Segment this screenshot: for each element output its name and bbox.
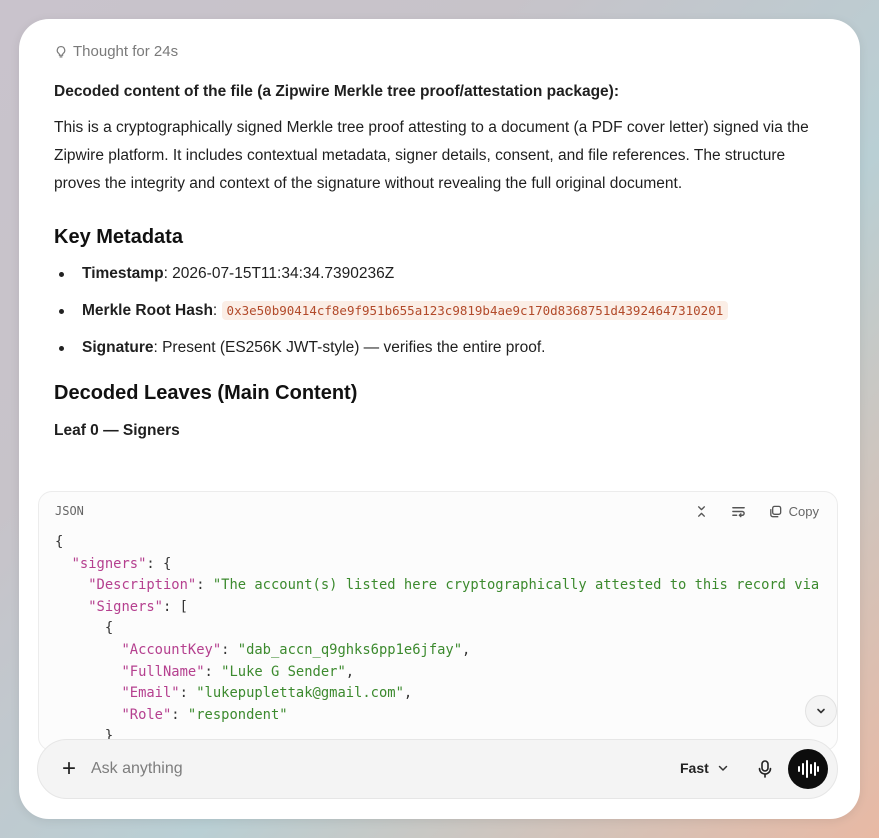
json-punctuation: , [462, 641, 471, 658]
waveform-icon [798, 760, 819, 778]
code-line: "signers": { [55, 554, 837, 576]
json-key: "Signers" [88, 598, 163, 615]
copy-icon [769, 505, 781, 517]
chat-window: Thought for 24s Decoded content of the f… [19, 19, 860, 819]
voice-mode-button[interactable] [788, 749, 828, 789]
json-key: "AccountKey" [121, 641, 222, 658]
metadata-value: : Present (ES256K JWT-style) — verifies … [153, 339, 546, 356]
metadata-label: Merkle Root Hash [82, 302, 213, 319]
metadata-value: : 2026-07-15T11:34:34.7390236Z [163, 265, 395, 282]
code-line: "Role": "respondent" [55, 705, 837, 727]
code-language: JSON [55, 504, 84, 518]
metadata-label: Timestamp [82, 265, 164, 282]
wrap-text-icon [731, 506, 745, 517]
json-punctuation: , [345, 663, 355, 680]
code-block: JSON Copy {"signers": {"Description": … [38, 491, 838, 751]
json-punctuation: { [55, 534, 64, 550]
json-punctuation: : [196, 577, 213, 594]
composer: + Ask anything Fast [37, 739, 838, 799]
json-key: "FullName" [121, 663, 205, 680]
json-punctuation: : [204, 663, 222, 680]
code-line: "FullName": "Luke G Sender", [55, 662, 837, 684]
code-line: "Description": "The account(s) listed he… [55, 575, 837, 597]
plus-icon[interactable]: + [58, 757, 80, 781]
code-line: "AccountKey": "dab_accn_q9ghks6pp1e6jfay… [55, 640, 837, 662]
code-content: { "signers": { "Description": "The accou… [39, 530, 837, 748]
code-line: "Email": "lukepuplettak@gmail.com", [55, 683, 837, 705]
assistant-message: Decoded content of the file (a Zipwire M… [54, 81, 824, 442]
mode-label: Fast [680, 760, 709, 776]
collapse-button[interactable] [694, 504, 709, 519]
intro-heading: Decoded content of the file (a Zipwire M… [54, 83, 619, 100]
json-punctuation: : { [146, 555, 172, 572]
metadata-list: Timestamp: 2026-07-15T11:34:34.7390236Z … [54, 262, 824, 360]
json-key: "Role" [121, 706, 172, 723]
json-punctuation [55, 707, 121, 723]
json-punctuation [55, 642, 121, 658]
json-punctuation [55, 556, 72, 572]
code-line: "Signers": [ [55, 597, 837, 619]
microphone-icon[interactable] [754, 758, 776, 780]
leaves-heading: Decoded Leaves (Main Content) [54, 382, 358, 404]
leaf0-heading: Leaf 0 — Signers [54, 422, 180, 439]
json-punctuation: : [ [163, 598, 188, 615]
chevron-down-icon [817, 708, 825, 714]
model-mode-selector[interactable]: Fast [680, 760, 729, 776]
json-key: "signers" [71, 555, 147, 572]
json-punctuation: : [179, 685, 197, 702]
json-string: "dab_accn_q9ghks6pp1e6jfay" [237, 641, 463, 658]
json-string: "Luke G Sender" [221, 663, 346, 680]
json-punctuation: , [403, 685, 413, 702]
json-string: "lukepuplettak@gmail.com" [196, 685, 404, 702]
thought-toggle[interactable]: Thought for 24s [54, 43, 178, 60]
json-string: "The account(s) listed here cryptographi… [212, 577, 820, 594]
message-input[interactable]: Ask anything [91, 760, 183, 778]
collapse-icon [697, 505, 705, 517]
json-punctuation [55, 664, 121, 680]
code-line: { [55, 532, 837, 554]
json-key: "Email" [121, 685, 180, 702]
list-item: Timestamp: 2026-07-15T11:34:34.7390236Z [54, 262, 824, 286]
copy-button[interactable]: Copy [768, 504, 819, 519]
json-punctuation: { [55, 620, 114, 637]
thought-label: Thought for 24s [73, 43, 179, 60]
merkle-root-hash: 0x3e50b90414cf8e9f951b655a123c9819b4ae9c… [221, 301, 729, 320]
code-header: JSON Copy [39, 492, 837, 530]
list-item: Merkle Root Hash: 0x3e50b90414cf8e9f951b… [54, 299, 824, 323]
scroll-down-button[interactable] [805, 695, 837, 727]
json-punctuation: : [221, 641, 238, 658]
metadata-label: Signature [82, 339, 154, 356]
copy-label: Copy [788, 503, 819, 519]
lightbulb-icon [56, 45, 66, 58]
code-line: { [55, 618, 837, 640]
json-punctuation [55, 685, 121, 701]
metadata-separator: : [212, 302, 222, 319]
json-punctuation [55, 599, 88, 615]
json-punctuation [55, 577, 88, 593]
json-key: "Description" [88, 577, 197, 594]
list-item: Signature: Present (ES256K JWT-style) — … [54, 336, 824, 360]
wrap-button[interactable] [731, 504, 746, 519]
code-toolbar: Copy [694, 504, 819, 519]
json-punctuation: : [171, 706, 188, 723]
chevron-down-icon [718, 765, 728, 771]
json-string: "respondent" [187, 706, 288, 723]
key-metadata-heading: Key Metadata [54, 226, 183, 248]
intro-paragraph: This is a cryptographically signed Merkl… [54, 119, 809, 192]
